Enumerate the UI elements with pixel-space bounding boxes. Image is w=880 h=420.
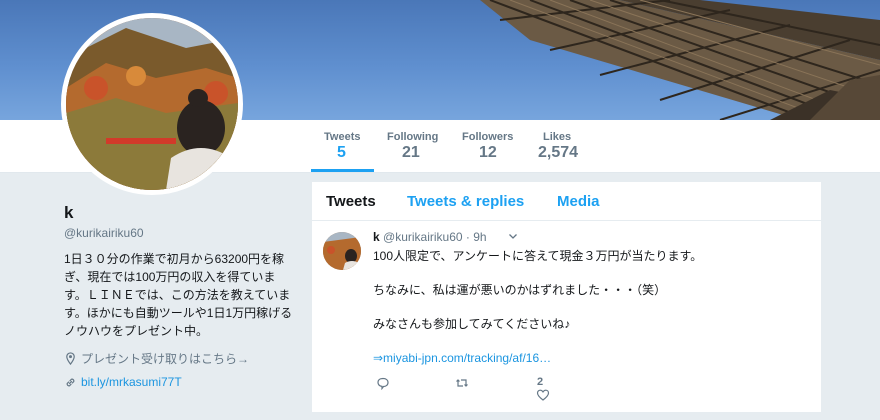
like-count: 2 [537,376,544,388]
stat-following[interactable]: Following 21 [387,120,447,172]
tweet-actions: 2 [373,376,673,401]
stat-followers[interactable]: Followers 12 [462,120,522,172]
stat-followers-value: 12 [479,144,497,161]
stat-likes-label: Likes [543,131,572,143]
retweet-icon [456,379,468,387]
tweet-avatar[interactable] [323,232,361,270]
tweet-author-handle[interactable]: @kurikairiku60 [383,230,463,244]
link-icon [66,378,75,386]
tweet-line: 100人限定で、アンケートに答えて現金３万円が当たります。 [373,249,703,263]
eiffel-tower-image [480,0,880,120]
like-button[interactable]: 2 [536,376,550,402]
tweet-line: ちなみに、私は運が悪いのかはずれました・・・（笑） [373,283,667,297]
profile-bio: 1日３０分の作業で初月から63200円を稼ぎ、現在では100万円の収入を得ていま… [64,252,293,338]
profile-location: プレゼント受け取りはこちら→ [64,350,249,367]
tweet-time[interactable]: · 9h [466,230,487,244]
profile-location-text: プレゼント受け取りはこちら→ [81,352,250,366]
stat-tweets[interactable]: Tweets 5 [311,120,374,172]
location-pin-icon [66,352,75,365]
tab-tweets[interactable]: Tweets [326,193,376,210]
profile-avatar[interactable] [61,13,243,195]
stat-tweets-label: Tweets [324,131,361,143]
stat-followers-label: Followers [462,131,514,143]
avatar-photo [66,18,238,190]
tweet-text: 100人限定で、アンケートに答えて現金３万円が当たります。 ちなみに、私は運が悪… [373,248,803,367]
chevron-down-icon[interactable] [508,231,518,241]
tweet[interactable]: k @kurikairiku60 · 9h 100人限定で、アンケートに答えて現… [312,220,821,420]
stat-tweets-value: 5 [337,144,346,161]
profile-url-text[interactable]: bit.ly/mrkasumi77T [81,375,182,389]
tab-media[interactable]: Media [557,193,600,210]
tweet-link[interactable]: ⇒miyabi-jpn.com/tracking/af/16… [373,350,803,367]
stat-following-value: 21 [402,144,420,161]
heart-icon [536,389,550,401]
stat-following-label: Following [387,131,439,143]
stat-likes[interactable]: Likes 2,574 [538,120,588,172]
tweet-avatar-photo [323,232,361,270]
tweet-header: k @kurikairiku60 · 9h [373,230,487,244]
tweet-line: みなさんも参加してみてくださいね♪ [373,317,571,331]
retweet-button[interactable] [455,376,473,390]
timeline-tabs: Tweets Tweets & replies Media [312,182,821,221]
profile-url[interactable]: bit.ly/mrkasumi77T [64,375,182,389]
tweet-author-name[interactable]: k [373,230,380,244]
profile-name: k [64,203,74,222]
timeline: Tweets Tweets & replies Media k @kurikai… [312,182,821,412]
tab-tweets-replies[interactable]: Tweets & replies [407,193,524,210]
reply-button[interactable] [376,376,390,390]
profile-handle: @kurikairiku60 [64,226,144,240]
stat-likes-value: 2,574 [538,144,579,161]
reply-icon [377,377,389,390]
active-tab-indicator [311,169,374,172]
